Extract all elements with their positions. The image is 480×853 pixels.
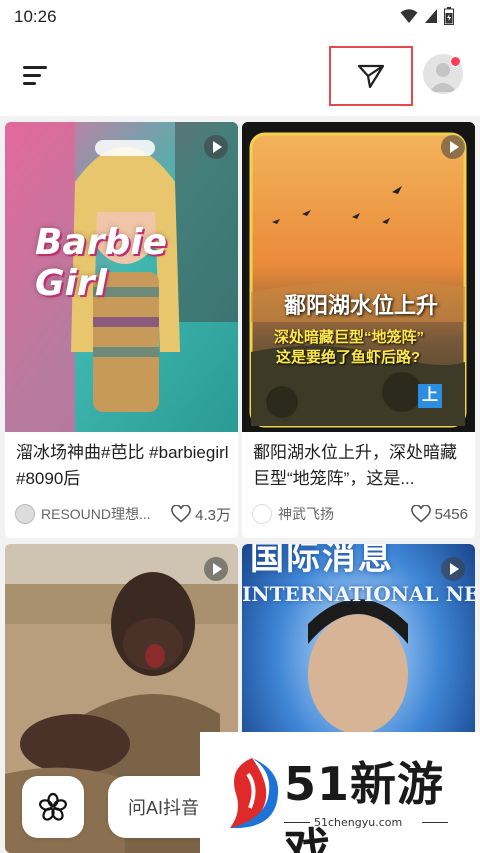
thumbnail-subline-1: 深处暗藏巨型“地笼阵”	[274, 329, 425, 346]
like-count: 4.3万	[195, 506, 231, 524]
author-avatar[interactable]	[15, 504, 35, 524]
status-time: 10:26	[14, 7, 57, 26]
card-title: 鄱阳湖水位上升，深处暗藏巨型“地笼阵”，这是...	[253, 443, 457, 488]
watermark-divider	[284, 822, 310, 823]
flower-icon	[39, 792, 67, 821]
thumbnail-heading-cn: 国际消息	[250, 544, 394, 577]
like-button[interactable]: 4.3万	[171, 504, 231, 525]
author-name[interactable]: 神武飞扬	[278, 504, 405, 524]
like-count: 5456	[434, 505, 468, 523]
menu-button[interactable]	[18, 58, 54, 92]
watermark: 51新游戏 51chengyu.com	[200, 732, 480, 853]
battery-icon	[444, 7, 454, 25]
video-thumbnail[interactable]: Barbie Girl	[5, 122, 238, 432]
author-avatar[interactable]	[252, 504, 272, 524]
video-thumbnail[interactable]: 鄱阳湖水位上升 深处暗藏巨型“地笼阵” 这是要绝了鱼虾后路? 上	[242, 122, 475, 432]
watermark-brand: 51新游戏	[284, 757, 445, 853]
watermark-url: 51chengyu.com	[314, 816, 403, 829]
signal-icon	[425, 9, 437, 23]
notification-dot	[450, 56, 461, 67]
play-icon	[204, 135, 228, 159]
play-icon	[441, 135, 465, 159]
like-button[interactable]: 5456	[410, 505, 468, 523]
watermark-divider	[422, 822, 448, 823]
thumbnail-badge: 上	[418, 384, 442, 408]
watermark-logo	[230, 758, 279, 829]
status-bar: 10:26	[0, 0, 480, 34]
thumbnail-heading-en: INTERNATIONAL NEWS	[242, 582, 475, 606]
video-card[interactable]: 鄱阳湖水位上升 深处暗藏巨型“地笼阵” 这是要绝了鱼虾后路? 上 鄱阳湖水位上升…	[242, 122, 475, 538]
thumbnail-subline-2: 这是要绝了鱼虾后路?	[276, 349, 421, 366]
play-icon	[441, 557, 465, 581]
video-card[interactable]: Barbie Girl 溜冰场神曲#芭比 #barbiegirl #8090后 …	[5, 122, 238, 538]
send-button[interactable]	[329, 46, 413, 106]
card-title: 溜冰场神曲#芭比 #barbiegirl #8090后	[16, 443, 229, 488]
menu-icon	[23, 66, 47, 85]
heart-icon	[410, 505, 431, 523]
play-icon	[204, 557, 228, 581]
wifi-icon	[400, 9, 418, 23]
thumbnail-headline: 鄱阳湖水位上升	[284, 293, 439, 318]
author-name[interactable]: RESOUND理想...	[41, 504, 165, 524]
top-bar	[0, 34, 480, 116]
heart-icon	[171, 505, 191, 523]
status-icons	[400, 7, 454, 25]
send-icon	[357, 64, 385, 89]
card-meta: RESOUND理想... 4.3万	[15, 502, 231, 526]
card-meta: 神武飞扬 5456	[252, 502, 468, 526]
flower-button[interactable]	[22, 776, 84, 838]
thumbnail-caption: Barbie Girl	[35, 222, 168, 304]
